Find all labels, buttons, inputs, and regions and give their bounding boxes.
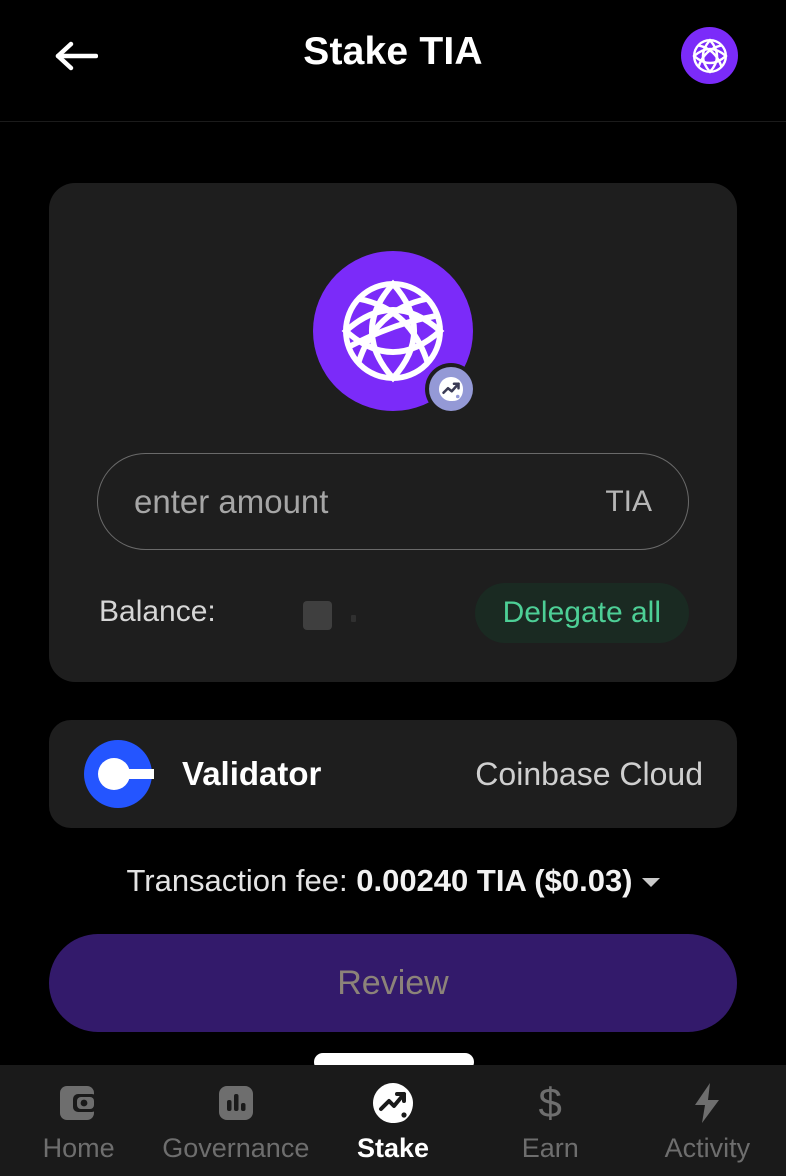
nav-item-stake[interactable]: Stake	[314, 1079, 471, 1164]
amount-card: TIA Balance: Delegate all	[49, 183, 737, 682]
transaction-fee-label: Transaction fee:	[126, 863, 357, 898]
nav-item-earn[interactable]: $ Earn	[472, 1079, 629, 1164]
amount-denom-label: TIA	[605, 484, 652, 518]
celestia-logo-icon	[691, 37, 728, 74]
dollar-icon: $	[538, 1079, 562, 1126]
validator-label: Validator	[182, 755, 322, 792]
transaction-fee-amount: 0.00240 TIA ($0.03)	[356, 863, 633, 898]
nav-label-home: Home	[42, 1133, 115, 1163]
amount-input-row[interactable]: TIA	[97, 453, 689, 550]
balance-loading-skeleton	[303, 601, 332, 630]
token-network-badge	[425, 363, 477, 415]
validator-logo	[82, 738, 154, 810]
delegate-all-button[interactable]: Delegate all	[474, 583, 689, 643]
lightning-bolt-icon	[690, 1079, 724, 1127]
balance-row: Balance: Delegate all	[97, 583, 689, 643]
wallet-icon	[57, 1079, 101, 1127]
transaction-fee-row[interactable]: Transaction fee: 0.00240 TIA ($0.03)	[0, 863, 786, 899]
balance-loading-dot	[351, 615, 356, 622]
stake-chart-icon	[371, 1079, 415, 1127]
app-header: Stake TIA	[0, 0, 786, 122]
nav-label-earn: Earn	[521, 1133, 579, 1163]
balance-label: Balance:	[99, 595, 216, 628]
nav-item-home[interactable]: Home	[0, 1079, 157, 1164]
nav-item-governance[interactable]: Governance	[157, 1079, 314, 1164]
token-logo-container	[313, 251, 477, 415]
nav-label-activity: Activity	[664, 1133, 751, 1163]
validator-value: Coinbase Cloud	[475, 755, 703, 792]
nav-label-governance: Governance	[162, 1133, 310, 1163]
token-badge-circle	[429, 367, 473, 411]
nav-item-activity[interactable]: Activity	[629, 1079, 786, 1164]
avatar[interactable]	[681, 27, 738, 84]
coinbase-logo-icon	[84, 740, 154, 808]
bar-chart-icon	[216, 1079, 256, 1127]
chevron-down-icon[interactable]	[641, 878, 660, 887]
review-button[interactable]: Review	[49, 934, 737, 1032]
nav-label-stake: Stake	[356, 1133, 430, 1163]
bottom-navigation: Home Governance Stake $ Earn Activity	[0, 1065, 786, 1176]
amount-input[interactable]	[134, 482, 594, 521]
validator-row[interactable]: Validator Coinbase Cloud	[49, 720, 737, 828]
page-title: Stake TIA	[303, 30, 483, 73]
chart-arrow-badge-icon	[439, 377, 463, 401]
stake-screen: Stake TIA enter amount TIA Balance: Dele…	[0, 0, 786, 1176]
